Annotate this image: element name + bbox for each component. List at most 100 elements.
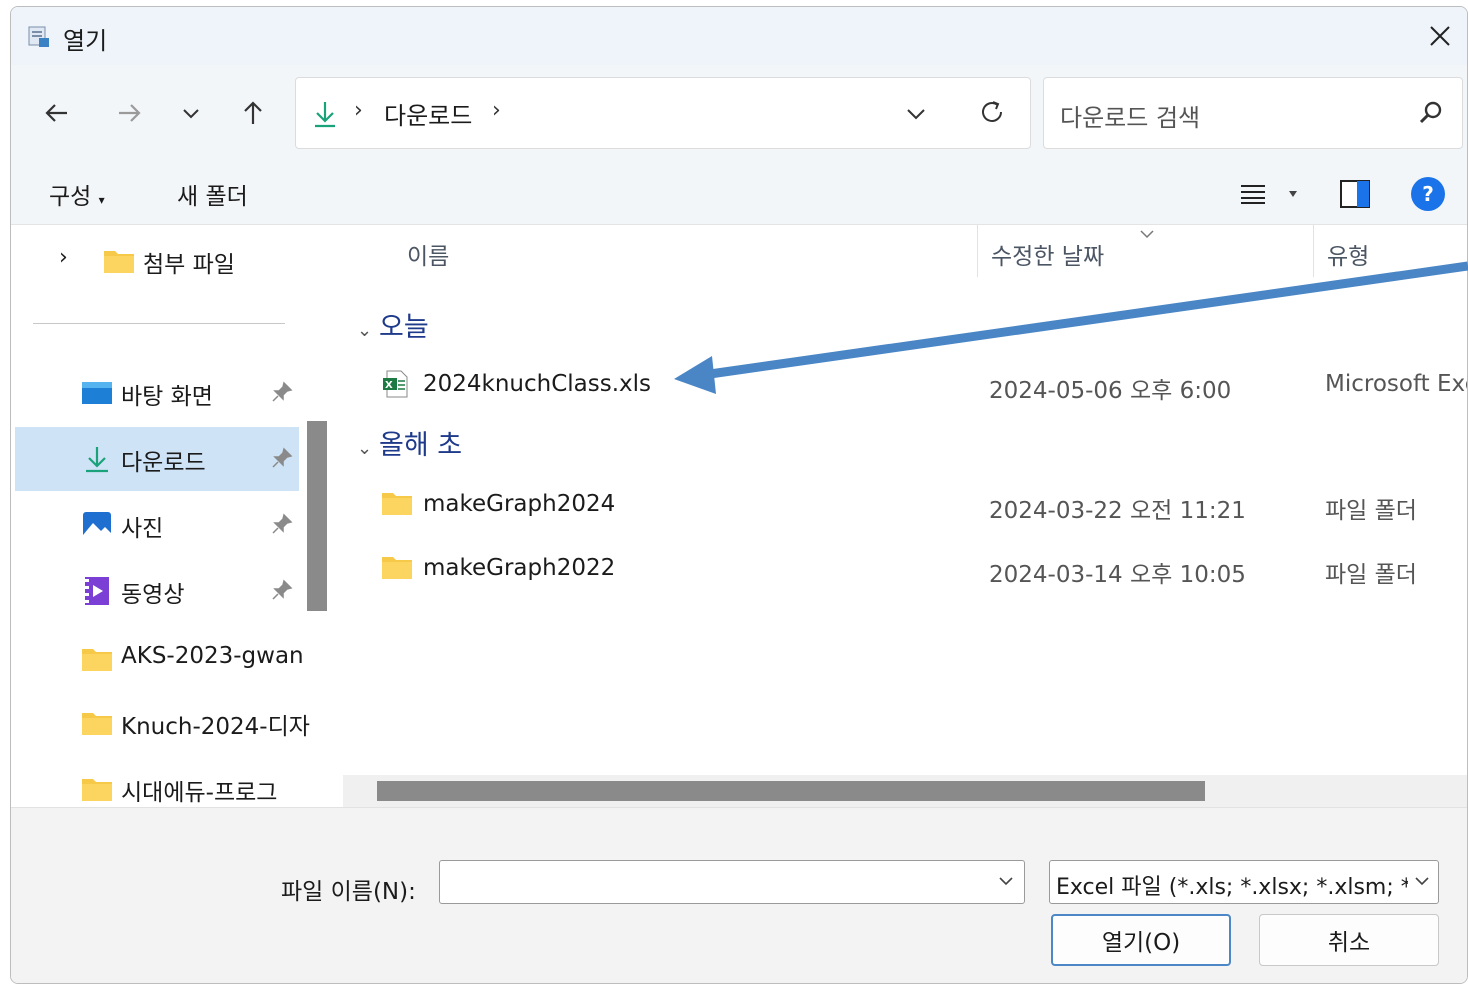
dialog-app-icon <box>28 26 49 47</box>
file-modified: 2024-03-14 오후 10:05 <box>989 562 1246 588</box>
sidebar-item-videos[interactable]: 동영상 <box>15 559 299 623</box>
open-file-dialog: 열기 › 다운로드 › 다운로드 검색 구성 ▾ 새 폴더 ? › 첨부 파일 … <box>10 6 1468 984</box>
back-button[interactable] <box>37 93 77 133</box>
sidebar-item-desktop[interactable]: 바탕 화면 <box>15 361 299 425</box>
folder-icon <box>104 251 134 273</box>
pictures-icon <box>83 512 111 538</box>
filename-label: 파일 이름(N): <box>281 879 416 905</box>
svg-text:X: X <box>385 380 393 391</box>
preview-pane-icon[interactable] <box>1339 179 1371 209</box>
file-row[interactable]: makeGraph2022 2024-03-14 오후 10:05 파일 폴더 <box>341 541 1467 597</box>
forward-button[interactable] <box>109 93 149 133</box>
breadcrumb-separator[interactable]: › <box>354 98 363 123</box>
recent-locations-button[interactable] <box>171 93 211 133</box>
search-icon[interactable] <box>1418 100 1444 126</box>
folder-icon <box>382 493 412 515</box>
file-row[interactable]: makeGraph2024 2024-03-22 오전 11:21 파일 폴더 <box>341 477 1467 533</box>
sidebar-item-label: 바탕 화면 <box>121 384 213 410</box>
sidebar-item-attachments[interactable]: › 첨부 파일 <box>15 229 299 293</box>
column-header-type[interactable]: 유형 <box>1327 237 1369 271</box>
column-header-name[interactable]: 이름 <box>407 237 449 271</box>
navigation-bar: › 다운로드 › 다운로드 검색 <box>11 65 1467 161</box>
folder-icon <box>82 649 112 671</box>
folder-icon <box>82 713 112 735</box>
cancel-button[interactable]: 취소 <box>1259 914 1439 966</box>
group-header-earlier-this-year[interactable]: ⌄ 올해 초 <box>357 423 462 462</box>
pin-icon[interactable] <box>271 447 293 469</box>
sidebar-item-downloads[interactable]: 다운로드 <box>15 427 299 491</box>
column-divider[interactable] <box>1313 225 1314 277</box>
folder-icon <box>382 557 412 579</box>
sidebar-item-label: 첨부 파일 <box>143 252 235 278</box>
sidebar-item-pictures[interactable]: 사진 <box>15 493 299 557</box>
breadcrumb-separator[interactable]: › <box>492 98 501 123</box>
file-type: 파일 폴더 <box>1325 498 1417 524</box>
download-icon <box>86 447 108 473</box>
excel-file-icon: X <box>383 370 408 398</box>
chevron-down-icon[interactable] <box>1414 875 1430 887</box>
chevron-down-icon[interactable]: ⌄ <box>357 438 379 459</box>
open-button[interactable]: 열기(O) <box>1051 914 1231 966</box>
file-list: 이름 수정한 날짜 유형 ⌄ 오늘 X 2024knuchClass.xls 20… <box>341 225 1468 807</box>
view-list-icon[interactable] <box>1239 181 1267 205</box>
command-bar: 구성 ▾ 새 폴더 ? <box>11 161 1467 225</box>
sidebar-item-folder[interactable]: AKS-2023-gwan <box>15 627 304 691</box>
group-header-today[interactable]: ⌄ 오늘 <box>357 305 429 344</box>
sidebar-scrollbar[interactable] <box>307 421 327 611</box>
search-input[interactable]: 다운로드 검색 <box>1060 98 1200 133</box>
arrow-right-icon <box>119 104 141 122</box>
sidebar-divider <box>33 323 285 324</box>
dialog-title: 열기 <box>63 27 108 55</box>
new-folder-button[interactable]: 새 폴더 <box>177 177 248 211</box>
chevron-down-icon[interactable] <box>998 875 1014 887</box>
sidebar-item-folder[interactable]: 시대에듀-프로그 <box>15 757 299 807</box>
filetype-select[interactable]: Excel 파일 (*.xls; *.xlsx; *.xlsm; *. <box>1049 860 1439 904</box>
chevron-down-icon[interactable] <box>904 102 928 126</box>
file-modified: 2024-03-22 오전 11:21 <box>989 498 1246 524</box>
sidebar-item-label: 시대에듀-프로그 <box>121 780 278 806</box>
sort-chevron-icon <box>1140 230 1154 239</box>
refresh-icon[interactable] <box>978 98 1006 126</box>
help-icon: ? <box>1422 182 1434 206</box>
breadcrumb-downloads[interactable]: 다운로드 <box>384 96 472 131</box>
file-row[interactable]: X 2024knuchClass.xls 2024-05-06 오후 6:00 … <box>341 357 1468 413</box>
navigation-pane: › 첨부 파일 바탕 화면 다운로드 사진 동영상 AKS-2023-gwan … <box>11 225 329 807</box>
search-box[interactable]: 다운로드 검색 <box>1043 77 1463 149</box>
file-name: makeGraph2024 <box>423 491 616 517</box>
folder-icon <box>82 779 112 801</box>
up-button[interactable] <box>233 93 273 133</box>
download-icon <box>315 102 335 128</box>
sidebar-item-label: Knuch-2024-디자 <box>121 714 310 740</box>
sidebar-item-label: 동영상 <box>121 582 185 608</box>
help-button[interactable]: ? <box>1411 177 1445 211</box>
organize-button[interactable]: 구성 ▾ <box>49 177 105 211</box>
title-bar: 열기 <box>11 7 1467 65</box>
caret-down-icon[interactable] <box>1287 189 1299 199</box>
videos-icon <box>85 577 109 605</box>
column-divider[interactable] <box>977 225 978 277</box>
filename-input[interactable] <box>439 860 1025 904</box>
file-type: Microsoft Exc <box>1325 371 1468 397</box>
arrow-up-icon <box>244 101 262 124</box>
desktop-icon <box>82 382 112 404</box>
close-icon <box>1430 26 1450 46</box>
close-button[interactable] <box>1413 7 1467 65</box>
column-header-modified[interactable]: 수정한 날짜 <box>991 237 1104 271</box>
horizontal-scrollbar-thumb[interactable] <box>377 781 1205 801</box>
sidebar-item-label: 사진 <box>121 516 164 542</box>
pin-icon[interactable] <box>271 513 293 535</box>
chevron-down-icon <box>183 109 199 119</box>
filetype-value: Excel 파일 (*.xls; *.xlsx; *.xlsm; *. <box>1056 875 1408 900</box>
dialog-footer: 파일 이름(N): Excel 파일 (*.xls; *.xlsx; *.xls… <box>11 807 1467 983</box>
pin-icon[interactable] <box>271 579 293 601</box>
file-modified: 2024-05-06 오후 6:00 <box>989 378 1232 404</box>
file-name: makeGraph2022 <box>423 555 616 581</box>
chevron-down-icon[interactable]: ⌄ <box>357 320 379 341</box>
file-type: 파일 폴더 <box>1325 562 1417 588</box>
address-bar[interactable]: › 다운로드 › <box>295 77 1031 149</box>
file-name: 2024knuchClass.xls <box>423 371 652 397</box>
pin-icon[interactable] <box>271 381 293 403</box>
sidebar-item-label: 다운로드 <box>121 450 206 476</box>
sidebar-item-folder[interactable]: Knuch-2024-디자 <box>15 691 310 755</box>
chevron-right-icon[interactable]: › <box>59 245 68 270</box>
